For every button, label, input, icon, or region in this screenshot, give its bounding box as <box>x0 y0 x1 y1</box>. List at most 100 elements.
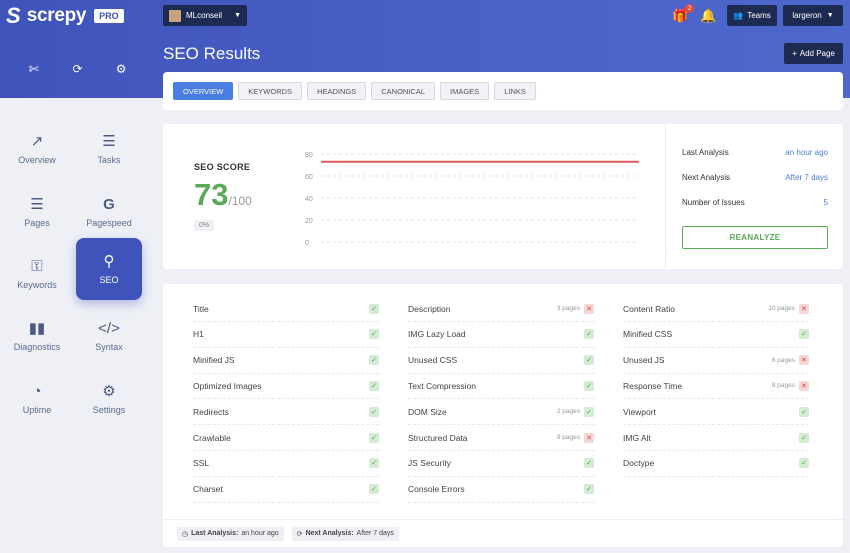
y-tick-label: 20 <box>305 218 313 225</box>
check-pass-icon: ✓ <box>584 406 594 417</box>
tab-overview[interactable]: OVERVIEW <box>173 82 234 100</box>
check-item[interactable]: Charset ✓ <box>193 477 379 503</box>
check-fail-icon: ✕ <box>799 355 809 366</box>
check-item[interactable]: Minified JS ✓ <box>193 348 379 374</box>
check-item[interactable]: Doctype ✓ <box>623 451 809 477</box>
check-label: Doctype <box>623 458 655 469</box>
check-item[interactable]: H1 ✓ <box>193 322 379 348</box>
crop-icon[interactable]: ✄ <box>24 62 44 76</box>
check-label: Console Errors <box>408 484 465 495</box>
footer-last-value: an hour ago <box>241 530 279 537</box>
check-item[interactable]: Redirects ✓ <box>193 399 379 426</box>
tab-keywords[interactable]: KEYWORDS <box>238 82 303 100</box>
check-item[interactable]: Text Compression ✓ <box>408 373 594 400</box>
check-item[interactable]: Content Ratio 10 pages ✕ <box>623 296 809 322</box>
check-item[interactable]: Unused CSS ✓ <box>408 348 594 374</box>
code-icon: </> <box>98 319 120 337</box>
tab-images[interactable]: IMAGES <box>440 82 490 100</box>
gift-icon[interactable]: 🎁 2 <box>672 4 695 24</box>
check-item[interactable]: IMG Lazy Load ✓ <box>408 322 594 348</box>
check-item[interactable]: Viewport ✓ <box>623 399 809 426</box>
sidebar-item-uptime[interactable]: ◔ Uptime <box>4 368 70 430</box>
bar-chart-icon: ▮▮ <box>28 319 46 337</box>
check-label: Charset <box>193 484 223 495</box>
check-pages-count: 8 pages <box>771 382 795 390</box>
sidebar-item-overview[interactable]: ↗ Overview <box>4 118 70 180</box>
check-label: H1 <box>193 329 204 340</box>
add-page-button[interactable]: + Add Page <box>784 43 843 64</box>
logo-mark-icon: S <box>6 3 21 28</box>
sidebar-item-syntax[interactable]: </> Syntax <box>76 305 142 367</box>
check-pass-icon: ✓ <box>799 458 809 469</box>
sidebar-item-settings[interactable]: ⚙ Settings <box>76 368 142 430</box>
gift-count-badge: 2 <box>685 4 695 13</box>
sidebar-item-seo[interactable]: ⚲ SEO <box>76 238 142 300</box>
check-pass-icon: ✓ <box>799 432 809 443</box>
google-icon: G <box>103 195 115 213</box>
app-name: screpy <box>26 5 87 26</box>
check-label: Content Ratio <box>623 303 675 314</box>
check-label: Unused JS <box>623 355 665 366</box>
sidebar-item-label: Overview <box>18 154 56 165</box>
check-item[interactable]: Minified CSS ✓ <box>623 322 809 348</box>
refresh-icon[interactable]: ⟳ <box>67 62 87 76</box>
check-pass-icon: ✓ <box>369 380 379 391</box>
y-tick-label: 0 <box>305 240 309 247</box>
check-label: Optimized Images <box>193 380 262 391</box>
sidebar-item-label: Tasks <box>97 154 121 165</box>
sidebar-item-label: Diagnostics <box>13 341 61 352</box>
tab-canonical[interactable]: CANONICAL <box>371 82 436 100</box>
sidebar-item-label: Pages <box>24 217 50 228</box>
seo-score-label: SEO SCORE <box>194 162 251 172</box>
sidebar-item-pages[interactable]: ☰ Pages <box>4 181 70 243</box>
y-tick-label: 60 <box>305 174 313 181</box>
check-pass-icon: ✓ <box>369 484 379 495</box>
sidebar-item-pagespeed[interactable]: G Pagespeed <box>76 181 142 243</box>
app-logo[interactable]: S screpy PRO <box>6 5 124 27</box>
seo-score-value: 73/100 <box>194 177 252 213</box>
add-page-label: Add Page <box>799 49 835 58</box>
check-item[interactable]: IMG Alt ✓ <box>623 425 809 451</box>
check-pass-icon: ✓ <box>584 329 594 340</box>
check-item[interactable]: DOM Size 2 pages ✓ <box>408 399 594 426</box>
footer-last-label: Last Analysis: <box>191 530 239 537</box>
sidebar: ↗ Overview ☰ Tasks ☰ Pages G Pagespeed ⚿… <box>0 98 155 553</box>
check-label: IMG Lazy Load <box>408 329 466 340</box>
project-selector[interactable]: MLconseil ▼ <box>163 5 247 26</box>
check-pass-icon: ✓ <box>584 380 594 391</box>
check-item[interactable]: Response Time 8 pages ✕ <box>623 373 809 400</box>
check-label: Title <box>193 303 209 314</box>
check-label: Minified CSS <box>623 329 673 340</box>
check-label: Unused CSS <box>408 355 458 366</box>
check-item[interactable]: Structured Data 9 pages ✕ <box>408 425 594 451</box>
check-pass-icon: ✓ <box>584 484 594 495</box>
check-item[interactable]: Optimized Images ✓ <box>193 373 379 400</box>
check-item[interactable]: Crawlable ✓ <box>193 425 379 451</box>
check-item[interactable]: Console Errors ✓ <box>408 477 594 503</box>
sidebar-item-keywords[interactable]: ⚿ Keywords <box>4 243 70 305</box>
sidebar-item-tasks[interactable]: ☰ Tasks <box>76 118 142 180</box>
check-item[interactable]: JS Security ✓ <box>408 451 594 477</box>
check-item[interactable]: Unused JS 6 pages ✕ <box>623 348 809 374</box>
issues-label: Number of Issues <box>682 198 745 207</box>
tab-headings[interactable]: HEADINGS <box>307 82 367 100</box>
check-fail-icon: ✕ <box>584 303 594 314</box>
tab-links[interactable]: LINKS <box>494 82 536 100</box>
check-item[interactable]: SSL ✓ <box>193 451 379 477</box>
reanalyze-button[interactable]: REANALYZE <box>682 226 828 249</box>
sidebar-item-diagnostics[interactable]: ▮▮ Diagnostics <box>4 305 70 367</box>
check-item[interactable]: Description 3 pages ✕ <box>408 296 594 322</box>
key-icon: ⚿ <box>31 257 43 275</box>
check-item[interactable]: Title ✓ <box>193 296 379 322</box>
toolbar-icons: ✄ ⟳ ⚙ <box>0 62 155 76</box>
user-menu-button[interactable]: largeron ▼ <box>783 5 843 26</box>
check-pass-icon: ✓ <box>369 406 379 417</box>
check-label: Response Time <box>623 380 683 391</box>
teams-button[interactable]: 👥 Teams <box>727 5 777 26</box>
check-pass-icon: ✓ <box>584 355 594 366</box>
settings-icon[interactable]: ⚙ <box>111 62 131 76</box>
bell-icon[interactable]: 🔔 <box>700 8 716 24</box>
sidebar-item-label: Pagespeed <box>86 217 132 228</box>
refresh-icon: ⟳ <box>296 530 303 538</box>
gauge-icon: ◔ <box>32 382 42 400</box>
